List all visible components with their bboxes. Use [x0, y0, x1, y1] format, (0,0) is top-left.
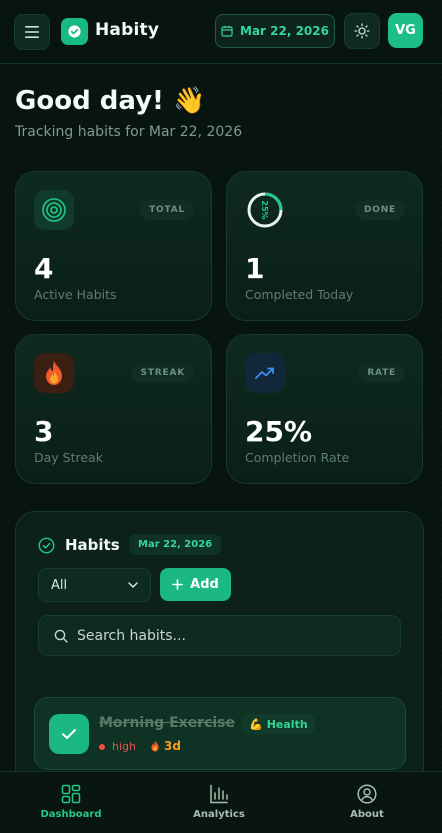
filter-select[interactable]: All — [38, 568, 151, 602]
stat-card-rate: RATE 25% Completion Rate — [226, 334, 423, 484]
category-label: Health — [266, 717, 308, 731]
trending-up-icon — [245, 353, 285, 393]
nav-analytics[interactable]: Analytics — [164, 784, 274, 820]
nav-label: Dashboard — [40, 809, 102, 820]
progress-ring-icon: 25% — [245, 190, 285, 230]
stat-label: Active Habits — [34, 287, 117, 302]
check-circle-icon — [68, 25, 81, 38]
fire-icon — [151, 740, 159, 752]
fire-icon — [34, 353, 74, 393]
ring-percent: 25% — [260, 200, 269, 219]
priority-dot-icon — [99, 743, 105, 750]
dashboard-icon — [61, 784, 81, 804]
brand-name[interactable]: Habity — [95, 20, 159, 40]
target-icon — [34, 190, 74, 230]
status-badge: DONE — [354, 200, 405, 220]
flexed-biceps-icon: 💪 — [249, 717, 263, 731]
theme-toggle-button[interactable] — [344, 13, 380, 49]
stat-value: 3 — [34, 415, 54, 448]
habit-name: Morning Exercise — [99, 715, 236, 731]
nav-label: About — [350, 809, 384, 820]
stat-card-total: TOTAL 4 Active Habits — [15, 171, 212, 321]
status-badge: RATE — [358, 363, 405, 383]
date-picker-button[interactable]: Mar 22, 2026 — [215, 14, 335, 48]
nav-dashboard[interactable]: Dashboard — [16, 784, 126, 820]
nav-label: Analytics — [193, 809, 245, 820]
add-habit-button[interactable]: Add — [160, 568, 231, 601]
check-icon — [62, 729, 76, 739]
stat-value: 25% — [245, 415, 313, 448]
menu-button[interactable] — [14, 14, 50, 50]
app-header: Habity Mar 22, 2026 VG — [0, 0, 442, 64]
search-input[interactable]: Search habits... — [38, 615, 401, 656]
chevron-down-icon — [128, 582, 138, 588]
habit-streak: 3d — [150, 739, 181, 753]
hamburger-icon — [25, 26, 39, 38]
priority-indicator: high — [99, 740, 136, 753]
habit-checkbox[interactable] — [49, 714, 89, 754]
priority-label: high — [112, 740, 136, 753]
status-badge: STREAK — [131, 363, 194, 383]
user-circle-icon — [357, 784, 377, 804]
bar-chart-icon — [210, 784, 228, 804]
search-icon — [54, 629, 68, 643]
habits-title: Habits — [65, 536, 120, 554]
stat-card-streak: STREAK 3 Day Streak — [15, 334, 212, 484]
status-badge: TOTAL — [140, 200, 194, 220]
plus-icon — [172, 579, 183, 590]
stat-label: Completion Rate — [245, 450, 350, 465]
stat-value: 4 — [34, 252, 54, 285]
streak-value: 3d — [164, 739, 181, 753]
list-item[interactable]: Morning Exercise 💪 Health high 3d — [34, 697, 406, 770]
habits-panel: Habits Mar 22, 2026 All Add Search habit… — [15, 511, 424, 811]
search-placeholder: Search habits... — [77, 627, 186, 644]
stat-card-done: 25% DONE 1 Completed Today — [226, 171, 423, 321]
avatar[interactable]: VG — [388, 13, 423, 48]
check-circle-icon — [38, 537, 55, 554]
sun-icon — [354, 23, 370, 39]
filter-value: All — [51, 577, 68, 593]
bottom-nav: Dashboard Analytics About — [0, 771, 442, 833]
stat-value: 1 — [245, 252, 265, 285]
stat-label: Completed Today — [245, 287, 354, 302]
category-badge: 💪 Health — [242, 714, 315, 734]
stat-label: Day Streak — [34, 450, 103, 465]
nav-about[interactable]: About — [312, 784, 422, 820]
date-label: Mar 22, 2026 — [240, 24, 329, 38]
calendar-icon — [221, 25, 233, 37]
habits-date-badge: Mar 22, 2026 — [129, 534, 222, 555]
add-button-label: Add — [190, 577, 219, 592]
logo[interactable] — [61, 18, 88, 45]
page-title: Good day! 👋 — [15, 86, 206, 116]
page-subtitle: Tracking habits for Mar 22, 2026 — [15, 124, 243, 140]
